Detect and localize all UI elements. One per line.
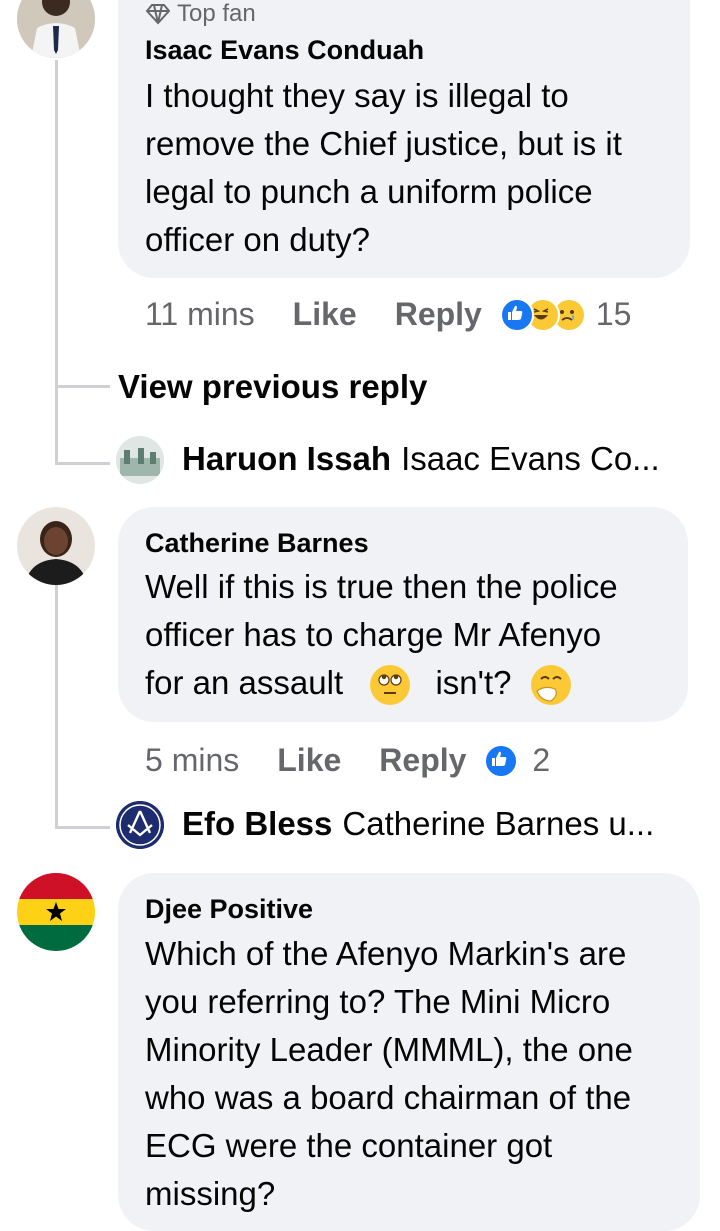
reply-author-name[interactable]: Efo Bless <box>182 805 332 843</box>
avatar-efo-bless[interactable] <box>116 801 164 849</box>
comment-line: Minority Leader (MMML), the one <box>145 1031 633 1068</box>
comment-line: you referring to? The Mini Micro <box>145 983 611 1020</box>
thread-connector-reply-2 <box>55 826 110 829</box>
comment-line: I thought they say is illegal to <box>145 77 569 114</box>
reply-button[interactable]: Reply <box>379 742 466 779</box>
badge-label: Top fan <box>177 0 256 27</box>
reply-snippet: Catherine Barnes u... <box>342 805 655 842</box>
comment-line-part: for an assault <box>145 664 344 701</box>
comment-line: for an assault isn't? <box>145 659 618 707</box>
comment-line: remove the Chief justice, but is it <box>145 125 622 162</box>
diamond-icon <box>145 4 171 25</box>
comment-line-part: isn't? <box>435 664 512 701</box>
timestamp: 5 mins <box>145 742 240 778</box>
comment-line: Which of the Afenyo Markin's are <box>145 935 627 972</box>
reply-button[interactable]: Reply <box>395 296 482 333</box>
avatar-djee-positive[interactable] <box>17 873 95 951</box>
like-button[interactable]: Like <box>277 742 341 779</box>
thread-connector-view-prev <box>55 385 110 388</box>
reactions[interactable]: 15 <box>499 296 632 333</box>
hand-over-mouth-emoji-icon <box>530 665 571 706</box>
comment-text-isaac: I thought they say is illegal to remove … <box>145 72 622 264</box>
reply-preview-haruon[interactable]: Haruon Issah Isaac Evans Co... <box>182 440 660 478</box>
comment-line: who was a board chairman of the <box>145 1079 632 1116</box>
like-reaction-icon <box>484 743 519 778</box>
comment-text-catherine: Well if this is true then the police off… <box>145 563 618 707</box>
comment-line: legal to punch a uniform police <box>145 173 593 210</box>
comment-line: officer on duty? <box>145 221 371 258</box>
avatar-catherine[interactable] <box>17 507 95 585</box>
thread-line-1 <box>55 60 58 465</box>
commenter-name-djee[interactable]: Djee Positive <box>145 894 313 925</box>
comment-line: missing? <box>145 1175 276 1212</box>
comment-line: Well if this is true then the police <box>145 568 618 605</box>
top-fan-badge: Top fan <box>145 0 256 28</box>
thread-connector-reply-1 <box>55 462 110 465</box>
comment-meta-isaac: 11 mins Like Reply 15 <box>145 296 631 333</box>
comment-line: officer has to charge Mr Afenyo <box>145 616 602 653</box>
avatar-isaac[interactable] <box>17 0 95 58</box>
commenter-name-catherine[interactable]: Catherine Barnes <box>145 528 369 559</box>
timestamp: 11 mins <box>145 296 255 332</box>
eye-roll-emoji-icon <box>370 665 411 706</box>
reply-author-name[interactable]: Haruon Issah <box>182 440 391 478</box>
like-reaction-icon <box>499 297 534 332</box>
comment-text-djee: Which of the Afenyo Markin's are you ref… <box>145 930 633 1218</box>
comment-meta-catherine: 5 mins Like Reply 2 <box>145 742 550 779</box>
reaction-count: 2 <box>532 742 551 778</box>
avatar-haruon[interactable] <box>116 436 164 484</box>
reply-snippet: Isaac Evans Co... <box>401 440 660 477</box>
commenter-name-isaac[interactable]: Isaac Evans Conduah <box>145 35 424 66</box>
reaction-count: 15 <box>595 296 632 332</box>
reply-preview-efo-bless[interactable]: Efo Bless Catherine Barnes u... <box>182 805 654 843</box>
comment-line: ECG were the container got <box>145 1127 553 1164</box>
thread-line-2 <box>55 585 58 828</box>
like-button[interactable]: Like <box>293 296 357 333</box>
view-previous-reply-link[interactable]: View previous reply <box>118 368 427 406</box>
reactions[interactable]: 2 <box>484 742 550 779</box>
